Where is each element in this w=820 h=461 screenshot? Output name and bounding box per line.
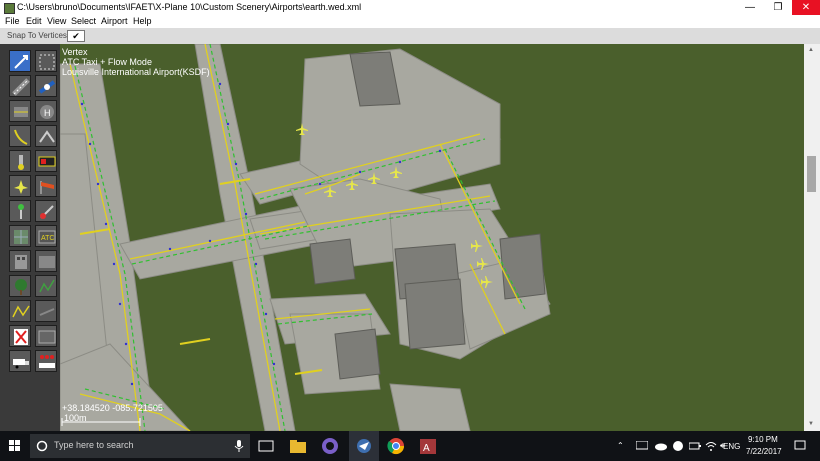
menu-select[interactable]: Select [71,16,96,26]
action-center-icon[interactable] [794,440,806,452]
access-icon[interactable]: A [417,436,439,456]
east-concourse-building [499,233,546,300]
cortana-icon [36,440,48,452]
scrollbar-thumb[interactable] [807,156,816,192]
snap-to-vertices-label: Snap To Vertices [7,31,67,40]
polygon-tool-icon[interactable] [35,250,57,272]
people-icon[interactable]: ⌃ [617,441,624,450]
facade-tool-icon[interactable] [9,250,31,272]
tower-viewpoint-tool-icon[interactable] [35,200,57,222]
menu-airport[interactable]: Airport [101,16,128,26]
south-concourse-building [334,328,381,380]
minimize-button[interactable]: — [736,0,764,15]
chat-icon[interactable] [636,441,648,451]
map-view[interactable]: Vertex ATC Taxi + Flow Mode Louisville I… [60,44,804,431]
window-title: C:\Users\bruno\Documents\IFAET\X-Plane 1… [17,2,362,12]
airport-name-label: Louisville International Airport(KSDF) [62,67,210,77]
windsock-tool-icon[interactable] [35,175,57,197]
light-fixture-tool-icon[interactable] [9,150,31,172]
close-button[interactable]: ✕ [792,0,820,15]
string-tool-icon[interactable] [9,300,31,322]
svg-text:H: H [44,108,51,118]
chrome-icon[interactable] [385,436,407,456]
language-indicator[interactable]: ENG [723,442,740,451]
clock-date[interactable]: 7/22/2017 [746,447,782,456]
task-view-icon[interactable] [255,436,277,456]
x-plane-wed-icon[interactable] [353,436,375,456]
parking-structure [404,278,466,350]
file-explorer-icon[interactable] [287,436,309,456]
windows-start-icon[interactable] [4,436,26,456]
sealane-tool-icon[interactable] [35,75,57,97]
north-concourse-building [309,238,356,285]
draped-line-tool-icon[interactable] [35,275,57,297]
clock-time[interactable]: 9:10 PM [748,435,778,444]
ramp-start-tool-icon[interactable] [9,175,31,197]
map-mode-label: ATC Taxi + Flow Mode [62,57,152,67]
south-apron [389,383,471,431]
runway-tool-icon[interactable] [9,75,31,97]
app-icon [4,3,15,14]
marquee-tool-icon[interactable] [35,50,57,72]
tool-options-bar: Snap To Vertices ✔ [0,28,820,45]
search-placeholder: Type here to search [54,440,134,450]
wifi-icon[interactable] [705,440,717,452]
vertex-tool-icon[interactable] [9,50,31,72]
menu-edit[interactable]: Edit [26,16,42,26]
tool-palette: H ATC [0,44,60,431]
autogen-tool-icon[interactable] [35,325,57,347]
atc-taxi-route-tool-icon[interactable]: ATC [35,225,57,247]
title-bar: C:\Users\bruno\Documents\IFAET\X-Plane 1… [0,0,820,15]
selection-mode-label: Vertex [62,47,88,57]
onedrive-icon[interactable] [655,441,667,451]
taxiway-tool-icon[interactable] [9,100,31,122]
cursor-coordinates: +38.184520 -085.721505 [62,403,163,413]
object-tool-icon[interactable] [9,225,31,247]
taskbar-search-box[interactable]: Type here to search [30,434,250,458]
taxi-line-tool-icon[interactable] [9,125,31,147]
truck-destination-tool-icon[interactable] [35,350,57,372]
helipad-tool-icon[interactable]: H [35,100,57,122]
snap-to-vertices-checkbox[interactable]: ✔ [67,30,85,42]
menu-file[interactable]: File [5,16,20,26]
menu-bar: File Edit View Select Airport Help [0,15,820,28]
exclusion-tool-icon[interactable] [9,325,31,347]
scale-label: 100m [64,413,87,423]
microphone-icon[interactable] [234,440,244,452]
scroll-up-icon[interactable]: ▲ [808,47,814,53]
boundary-tool-icon[interactable] [35,125,57,147]
truck-parking-tool-icon[interactable] [9,350,31,372]
github-icon[interactable] [319,436,341,456]
sign-tool-icon[interactable] [35,150,57,172]
battery-icon[interactable] [689,441,701,451]
svg-text:ATC: ATC [41,235,54,242]
line-tool-icon[interactable] [35,300,57,322]
windows-taskbar: Type here to search A ⌃ 🔊︎ ENG 9:10 PM 7… [0,431,820,461]
maximize-button[interactable]: ❐ [764,0,792,15]
forest-tool-icon[interactable] [9,275,31,297]
map-vertical-scrollbar[interactable]: ▲ ▼ [804,44,820,431]
beacon-tool-icon[interactable] [9,200,31,222]
svg-text:A: A [423,443,430,454]
menu-view[interactable]: View [47,16,66,26]
airport-map[interactable] [60,44,804,431]
scroll-down-icon[interactable]: ▼ [808,421,814,427]
tray-app-icon[interactable] [672,440,684,452]
menu-help[interactable]: Help [133,16,152,26]
